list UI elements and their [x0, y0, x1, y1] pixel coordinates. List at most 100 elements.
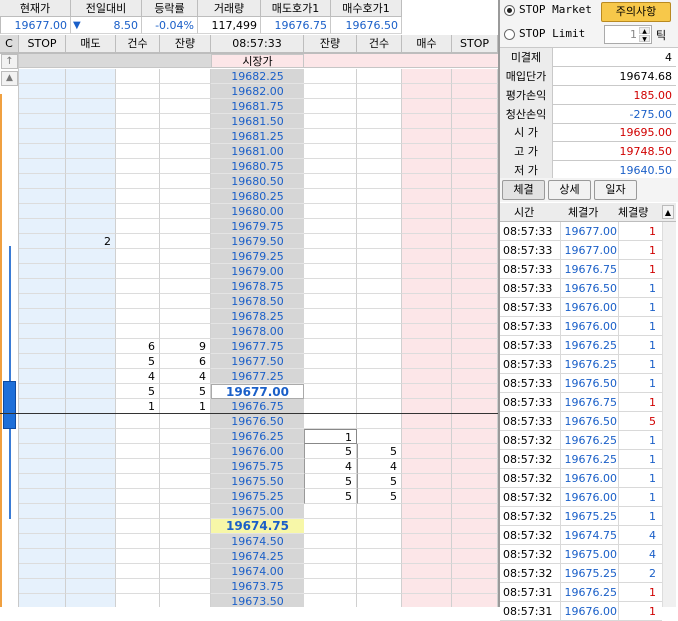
sell-order-cell[interactable] — [66, 369, 116, 384]
price-cell[interactable]: 19677.00 — [211, 384, 304, 399]
price-cell[interactable]: 19679.75 — [211, 219, 304, 234]
col-buy-stop[interactable]: STOP — [452, 35, 498, 53]
price-cell[interactable]: 19681.75 — [211, 99, 304, 114]
price-cell[interactable]: 19674.25 — [211, 549, 304, 564]
sell-stop-cell[interactable] — [19, 129, 66, 144]
sell-stop-cell[interactable] — [19, 414, 66, 429]
sell-order-cell[interactable] — [66, 429, 116, 444]
buy-order-cell[interactable] — [402, 159, 452, 174]
sell-stop-cell[interactable] — [19, 234, 66, 249]
sell-stop-cell[interactable] — [19, 579, 66, 594]
buy-order-cell[interactable] — [402, 204, 452, 219]
buy-order-cell[interactable] — [402, 339, 452, 354]
sell-stop-cell[interactable] — [19, 204, 66, 219]
sell-order-cell[interactable] — [66, 144, 116, 159]
sell-order-cell[interactable] — [66, 444, 116, 459]
sell-order-cell[interactable] — [66, 414, 116, 429]
sell-order-cell[interactable] — [66, 294, 116, 309]
price-cell[interactable]: 19677.50 — [211, 354, 304, 369]
price-cell[interactable]: 19674.00 — [211, 564, 304, 579]
sell-order-cell[interactable] — [66, 309, 116, 324]
buy-stop-cell[interactable] — [452, 384, 498, 399]
buy-stop-cell[interactable] — [452, 564, 498, 579]
tab-trades[interactable]: 체결 — [502, 180, 545, 200]
stop-market-label[interactable]: STOP Market — [519, 3, 592, 16]
sell-stop-cell[interactable] — [19, 189, 66, 204]
price-cell[interactable]: 19674.50 — [211, 534, 304, 549]
buy-stop-cell[interactable] — [452, 399, 498, 414]
buy-stop-cell[interactable] — [452, 129, 498, 144]
sell-order-cell[interactable] — [66, 84, 116, 99]
sell-stop-cell[interactable] — [19, 99, 66, 114]
sell-order-cell[interactable] — [66, 549, 116, 564]
sell-stop-cell[interactable] — [19, 399, 66, 414]
buy-stop-cell[interactable] — [452, 309, 498, 324]
buy-order-cell[interactable] — [402, 264, 452, 279]
buy-order-cell[interactable] — [402, 594, 452, 607]
sell-order-cell[interactable] — [66, 384, 116, 399]
sell-stop-cell[interactable] — [19, 174, 66, 189]
buy-stop-cell[interactable] — [452, 159, 498, 174]
buy-order-cell[interactable] — [402, 429, 452, 444]
price-cell[interactable]: 19680.50 — [211, 174, 304, 189]
sell-stop-cell[interactable] — [19, 159, 66, 174]
sell-stop-cell[interactable] — [19, 324, 66, 339]
price-cell[interactable]: 19676.75 — [211, 399, 304, 414]
buy-order-cell[interactable] — [402, 309, 452, 324]
market-order-label[interactable]: 시장가 — [211, 54, 304, 68]
sell-stop-cell[interactable] — [19, 114, 66, 129]
sell-stop-cell[interactable] — [19, 504, 66, 519]
buy-stop-cell[interactable] — [452, 84, 498, 99]
buy-order-cell[interactable] — [402, 399, 452, 414]
buy-stop-cell[interactable] — [452, 99, 498, 114]
buy-stop-cell[interactable] — [452, 189, 498, 204]
buy-stop-cell[interactable] — [452, 549, 498, 564]
col-sell-order[interactable]: 매도 — [66, 35, 116, 53]
sell-order-cell[interactable] — [66, 219, 116, 234]
sell-stop-cell[interactable] — [19, 564, 66, 579]
sell-order-cell[interactable] — [66, 579, 116, 594]
buy-stop-cell[interactable] — [452, 144, 498, 159]
sell-order-cell[interactable] — [66, 114, 116, 129]
sell-order-cell[interactable] — [66, 69, 116, 84]
buy-order-cell[interactable] — [402, 354, 452, 369]
stop-limit-label[interactable]: STOP Limit — [519, 27, 585, 40]
buy-order-cell[interactable] — [402, 489, 452, 504]
sell-stop-cell[interactable] — [19, 144, 66, 159]
price-cell[interactable]: 19675.75 — [211, 459, 304, 474]
buy-stop-cell[interactable] — [452, 279, 498, 294]
sell-order-cell[interactable] — [66, 504, 116, 519]
buy-order-cell[interactable] — [402, 504, 452, 519]
sell-order-cell[interactable] — [66, 159, 116, 174]
buy-order-cell[interactable] — [402, 234, 452, 249]
buy-order-cell[interactable] — [402, 459, 452, 474]
price-cell[interactable]: 19680.25 — [211, 189, 304, 204]
buy-stop-cell[interactable] — [452, 219, 498, 234]
buy-order-cell[interactable] — [402, 219, 452, 234]
buy-order-cell[interactable] — [402, 294, 452, 309]
sell-order-cell[interactable] — [66, 564, 116, 579]
buy-stop-cell[interactable] — [452, 264, 498, 279]
sell-order-cell[interactable] — [66, 474, 116, 489]
price-cell[interactable]: 19676.00 — [211, 444, 304, 459]
sell-stop-cell[interactable] — [19, 249, 66, 264]
current-marker[interactable] — [3, 381, 16, 429]
stop-limit-radio[interactable] — [504, 29, 515, 40]
buy-stop-cell[interactable] — [452, 339, 498, 354]
tick-value[interactable]: 1 — [630, 26, 637, 43]
sell-stop-cell[interactable] — [19, 219, 66, 234]
sell-order-cell[interactable] — [66, 354, 116, 369]
sell-stop-cell[interactable] — [19, 369, 66, 384]
col-sell-stop[interactable]: STOP — [19, 35, 66, 53]
sell-stop-cell[interactable] — [19, 84, 66, 99]
price-cell[interactable]: 19678.75 — [211, 279, 304, 294]
price-cell[interactable]: 19682.00 — [211, 84, 304, 99]
price-cell[interactable]: 19679.25 — [211, 249, 304, 264]
buy-order-cell[interactable] — [402, 129, 452, 144]
buy-stop-cell[interactable] — [452, 534, 498, 549]
col-buy-order[interactable]: 매수 — [402, 35, 452, 53]
sell-order-cell[interactable] — [66, 264, 116, 279]
market-sell-area[interactable] — [19, 54, 211, 68]
sell-order-cell[interactable] — [66, 249, 116, 264]
price-cell[interactable]: 19680.00 — [211, 204, 304, 219]
